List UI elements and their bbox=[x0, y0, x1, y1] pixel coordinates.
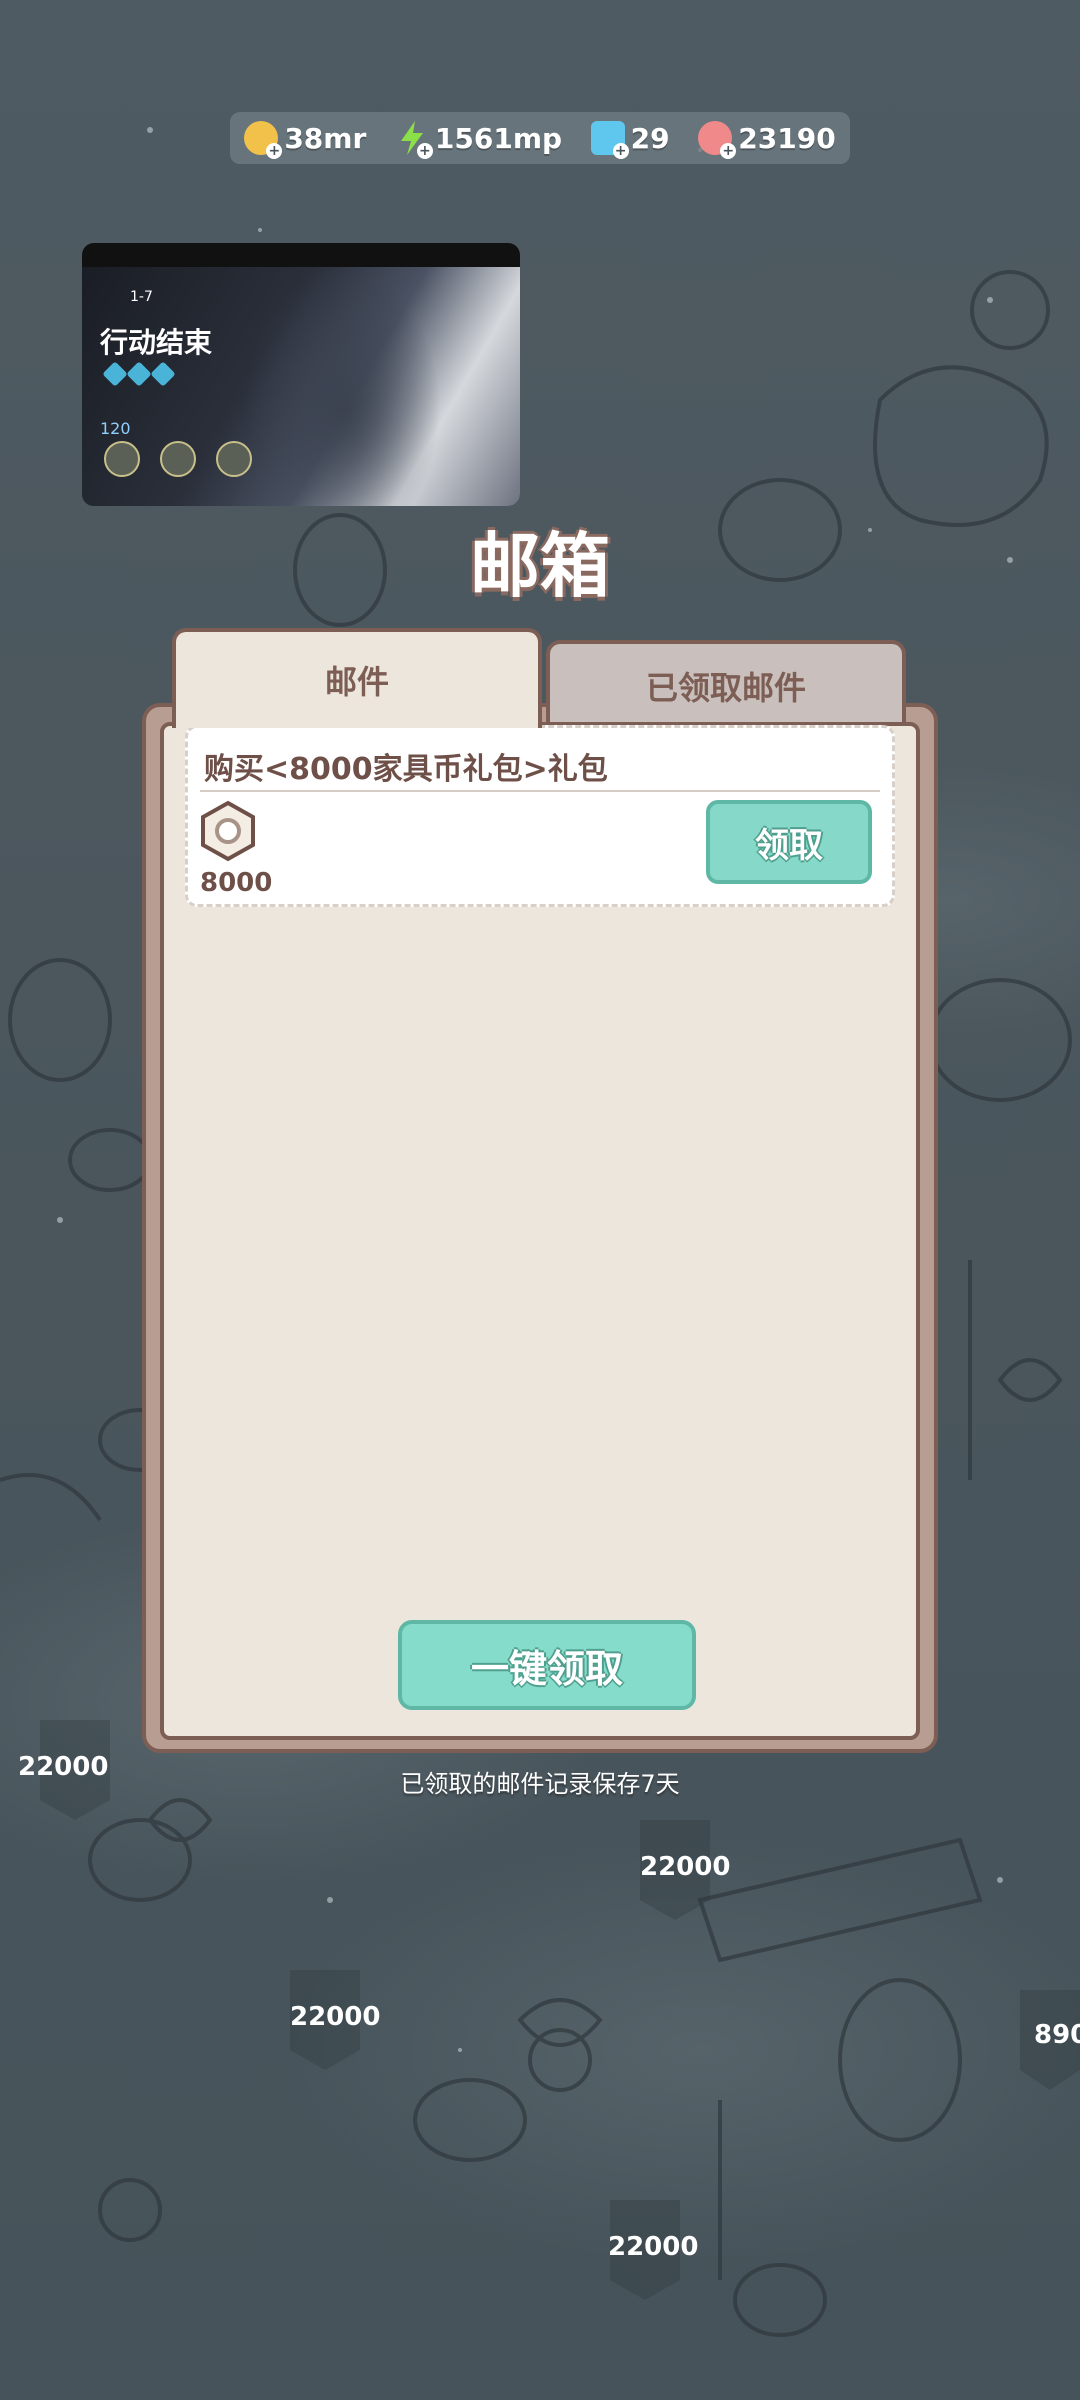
background-sign-label: 22000 bbox=[640, 1852, 731, 1882]
mail-item[interactable]: 购买<8000家具币礼包>礼包 8000 领取 bbox=[185, 725, 895, 907]
energy-value: 1561mp bbox=[434, 121, 563, 155]
reward-icon bbox=[104, 441, 140, 477]
candy-icon: + bbox=[698, 121, 737, 159]
candy-resource[interactable]: + 23190 bbox=[698, 121, 836, 159]
candy-value: 23190 bbox=[738, 121, 836, 155]
gem-resource[interactable]: + 29 bbox=[590, 121, 670, 159]
background-sign-label: 22000 bbox=[608, 2232, 699, 2262]
energy-resource[interactable]: + 1561mp bbox=[395, 121, 563, 159]
coin-resource[interactable]: + 38mr bbox=[244, 121, 367, 159]
page-title: 邮箱 bbox=[470, 525, 610, 607]
video-thumbnail[interactable]: 1-7 行动结束 120 bbox=[82, 243, 520, 506]
reward-icon bbox=[216, 441, 252, 477]
claim-all-button[interactable]: 一键领取 bbox=[398, 1620, 696, 1710]
gem-icon: + bbox=[590, 121, 629, 159]
reward-amount: 8000 bbox=[200, 868, 273, 898]
coin-icon: + bbox=[244, 121, 283, 159]
claim-button[interactable]: 领取 bbox=[706, 800, 872, 884]
coin-value: 38mr bbox=[284, 121, 367, 155]
background-sign-label: 890 bbox=[1034, 2020, 1080, 2050]
tab-mail[interactable]: 邮件 bbox=[172, 628, 542, 728]
mail-subject: 购买<8000家具币礼包>礼包 bbox=[204, 752, 608, 787]
thumbnail-title: 行动结束 bbox=[100, 326, 213, 359]
gem-value: 29 bbox=[630, 121, 670, 155]
background-sign-label: 22000 bbox=[290, 2002, 381, 2032]
thumbnail-stage: 1-7 bbox=[130, 289, 153, 305]
reward-icon bbox=[160, 441, 196, 477]
retention-note: 已领取的邮件记录保存7天 bbox=[400, 1770, 680, 1798]
furniture-coin-icon bbox=[201, 800, 255, 862]
divider bbox=[200, 790, 880, 792]
tab-claimed-mail[interactable]: 已领取邮件 bbox=[546, 640, 906, 728]
resource-bar: + 38mr + 1561mp + 29 + 23190 bbox=[230, 112, 850, 164]
lightning-icon: + bbox=[395, 121, 433, 159]
thumbnail-count: 120 bbox=[100, 419, 131, 438]
